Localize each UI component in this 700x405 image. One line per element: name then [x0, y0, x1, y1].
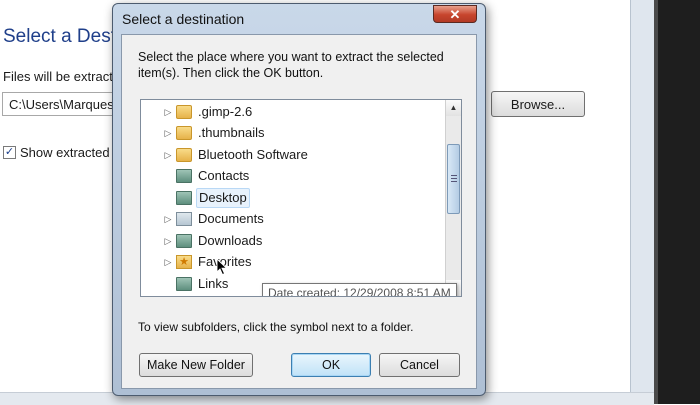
links-folder-icon [176, 277, 192, 291]
expand-arrow-icon[interactable]: ▷ [163, 252, 173, 272]
contacts-folder-icon [176, 169, 192, 183]
files-destination-label: Files will be extracte [3, 69, 121, 84]
tree-item-documents[interactable]: ▷ Documents [141, 209, 445, 229]
tree-item-contacts[interactable]: Contacts [141, 166, 445, 186]
mouse-cursor-icon [216, 258, 228, 276]
folder-tree[interactable]: ▷ .gimp-2.6 ▷ .thumbnails ▷ Bluetooth So… [140, 99, 462, 297]
tree-item-thumbnails[interactable]: ▷ .thumbnails [141, 123, 445, 143]
scroll-up-arrow-icon[interactable]: ▲ [446, 100, 461, 116]
dialog-client-area: Select the place where you want to extra… [121, 34, 477, 389]
expand-arrow-icon[interactable]: ▷ [163, 123, 173, 143]
tree-item-bluetooth[interactable]: ▷ Bluetooth Software [141, 145, 445, 165]
downloads-folder-icon [176, 234, 192, 248]
select-destination-dialog: Select a destination ✕ Select the place … [112, 3, 486, 396]
folder-icon [176, 126, 192, 140]
tree-item-label: .gimp-2.6 [198, 104, 253, 119]
subfolder-hint: To view subfolders, click the symbol nex… [138, 320, 414, 334]
tree-scrollbar[interactable]: ▲ ▼ [445, 100, 461, 296]
tree-item-label: Downloads [198, 233, 263, 248]
scroll-thumb[interactable] [447, 144, 460, 214]
tree-item-favorites[interactable]: ▷ ★ Favorites [141, 252, 445, 272]
expand-arrow-icon[interactable]: ▷ [163, 145, 173, 165]
tree-item-label: Bluetooth Software [198, 147, 308, 162]
cancel-button[interactable]: Cancel [379, 353, 460, 377]
tree-item-label: Documents [198, 211, 264, 226]
documents-folder-icon [176, 212, 192, 226]
desktop-folder-icon [176, 191, 192, 205]
tree-item-label: .thumbnails [198, 125, 265, 140]
folder-icon [176, 148, 192, 162]
expand-arrow-icon[interactable]: ▷ [163, 231, 173, 251]
folder-icon [176, 105, 192, 119]
tree-item-gimp[interactable]: ▷ .gimp-2.6 [141, 102, 445, 122]
dialog-instructions: Select the place where you want to extra… [138, 50, 444, 80]
show-extracted-row[interactable]: ✓ Show extracted f [3, 145, 117, 160]
dialog-title: Select a destination [122, 11, 245, 27]
desktop-background [654, 0, 700, 404]
date-created-tooltip: Date created: 12/29/2008 8:51 AM [262, 283, 457, 296]
make-new-folder-button[interactable]: Make New Folder [139, 353, 253, 377]
ok-button[interactable]: OK [291, 353, 371, 377]
tree-item-label: Desktop [196, 188, 250, 208]
tree-item-label: Links [198, 276, 229, 291]
show-extracted-label: Show extracted f [20, 145, 117, 160]
favorites-folder-icon: ★ [176, 255, 192, 269]
tree-item-downloads[interactable]: ▷ Downloads [141, 231, 445, 251]
close-icon: ✕ [449, 7, 461, 22]
expand-arrow-icon[interactable]: ▷ [163, 102, 173, 122]
browse-button[interactable]: Browse... [491, 91, 585, 117]
window-frame-edge [630, 0, 654, 404]
close-button[interactable]: ✕ [433, 5, 477, 23]
tree-item-desktop[interactable]: Desktop [141, 188, 445, 208]
show-extracted-checkbox[interactable]: ✓ [3, 146, 16, 159]
expand-arrow-icon[interactable]: ▷ [163, 209, 173, 229]
tree-item-label: Contacts [198, 168, 250, 183]
